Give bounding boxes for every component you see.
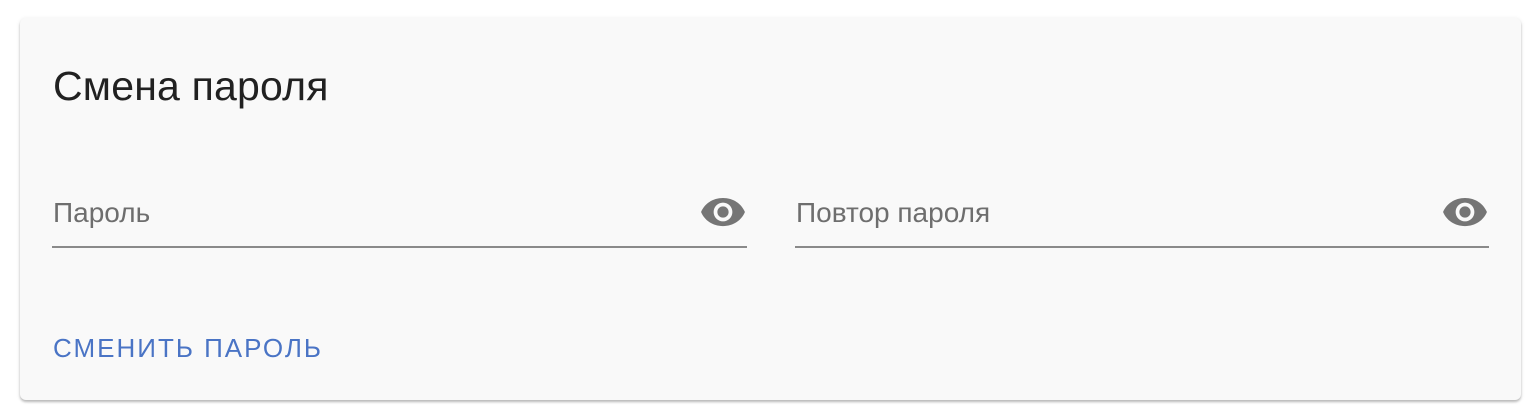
password-input[interactable]: [52, 184, 673, 242]
password-field[interactable]: [52, 184, 747, 248]
change-password-button[interactable]: СМЕНИТЬ ПАРОЛЬ: [53, 327, 323, 369]
card-title: Смена пароля: [53, 63, 329, 109]
repeat-password-visibility-toggle[interactable]: [1441, 192, 1489, 232]
repeat-password-input[interactable]: [795, 184, 1416, 242]
repeat-password-field[interactable]: [795, 184, 1489, 248]
change-password-card: Смена пароля СМЕНИТЬ ПАРОЛЬ: [20, 18, 1521, 400]
eye-icon: [701, 197, 745, 227]
eye-icon: [1443, 197, 1487, 227]
password-visibility-toggle[interactable]: [699, 192, 747, 232]
